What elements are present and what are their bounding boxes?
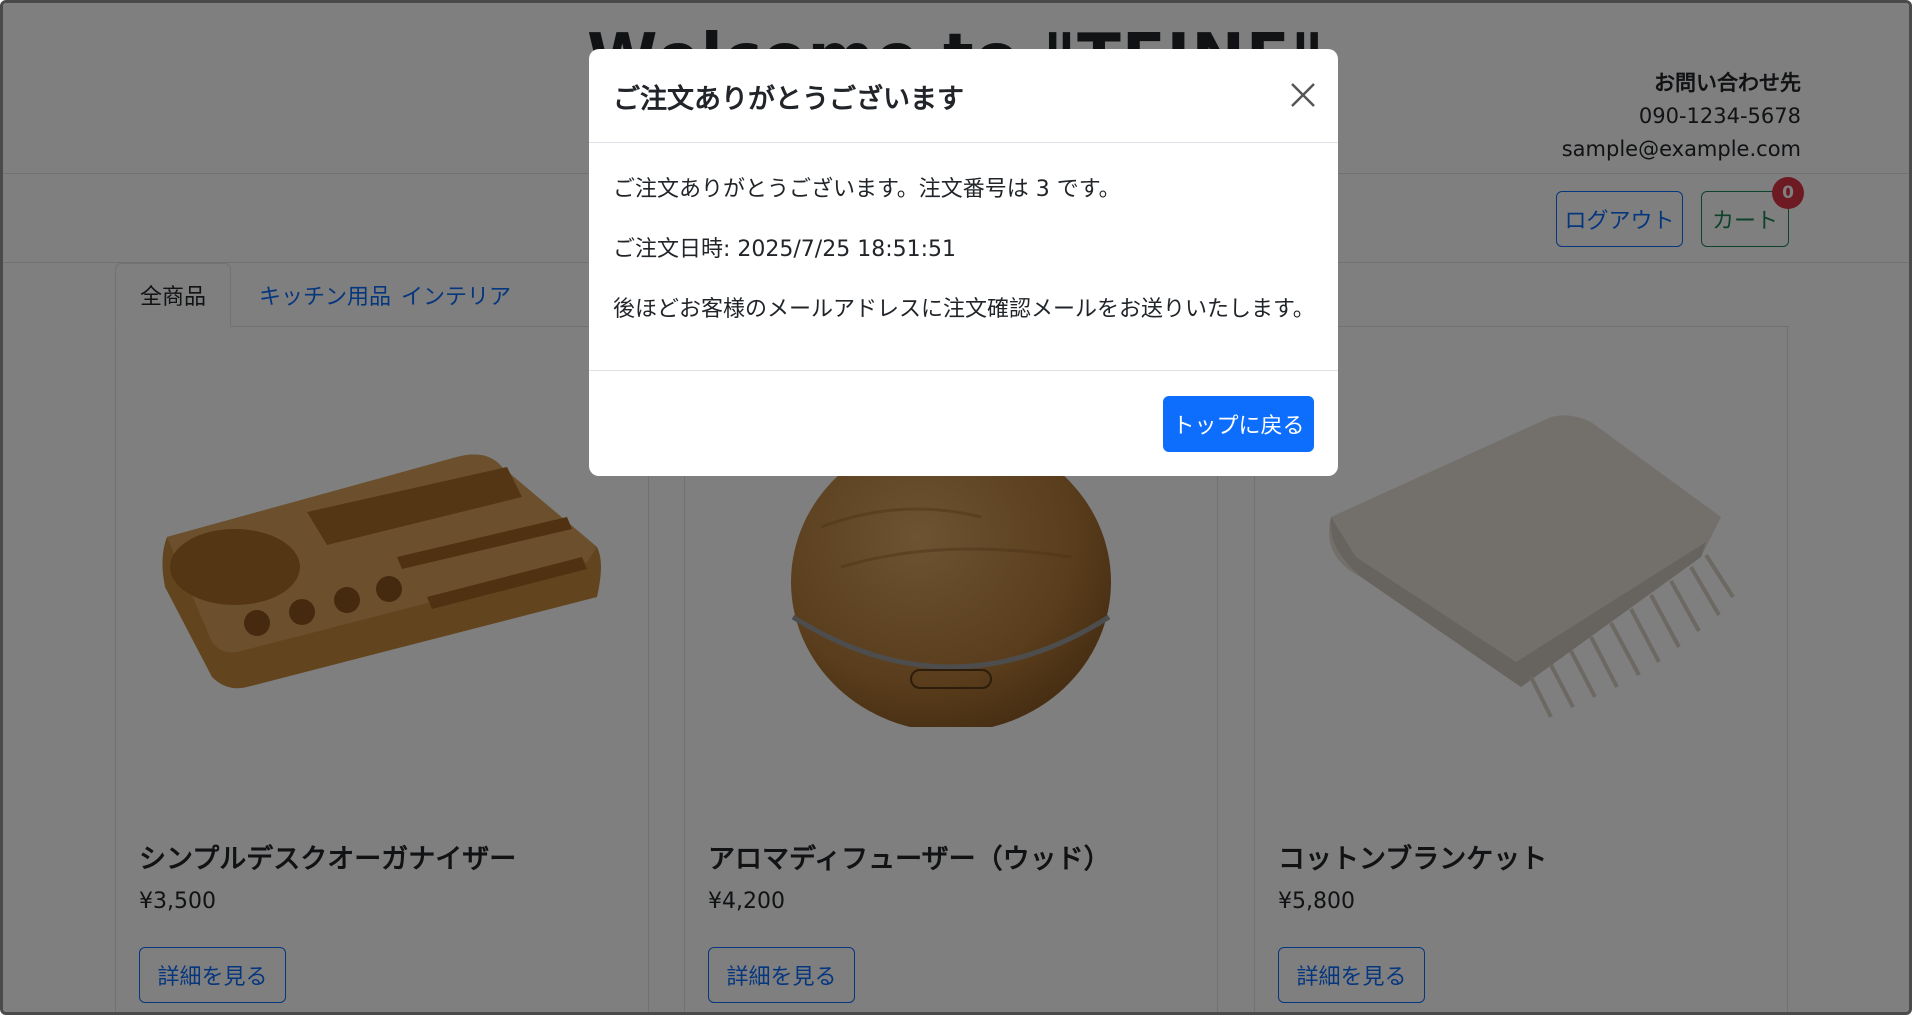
modal-footer: トップに戻る (589, 370, 1338, 476)
modal-title: ご注文ありがとうございます (613, 84, 964, 115)
order-number: 3 (1035, 177, 1050, 202)
message-prefix: ご注文ありがとうございます。注文番号は (613, 177, 1036, 202)
email-notice: 後ほどお客様のメールアドレスに注文確認メールをお送りいたします。 (613, 297, 1315, 322)
close-icon[interactable] (1283, 75, 1323, 115)
modal-header: ご注文ありがとうございます (589, 49, 1338, 143)
order-confirmation-modal: ご注文ありがとうございます ご注文ありがとうございます。注文番号は 3 です。 … (589, 49, 1338, 476)
order-date: ご注文日時: 2025/7/25 18:51:51 (613, 237, 957, 262)
app-window: Welcome to "TEINE" お問い合わせ先 090-1234-5678… (0, 0, 1912, 1015)
order-number-message: ご注文ありがとうございます。注文番号は 3 です。 (613, 171, 1121, 203)
back-to-top-button[interactable]: トップに戻る (1163, 396, 1314, 452)
message-suffix: です。 (1049, 177, 1121, 202)
